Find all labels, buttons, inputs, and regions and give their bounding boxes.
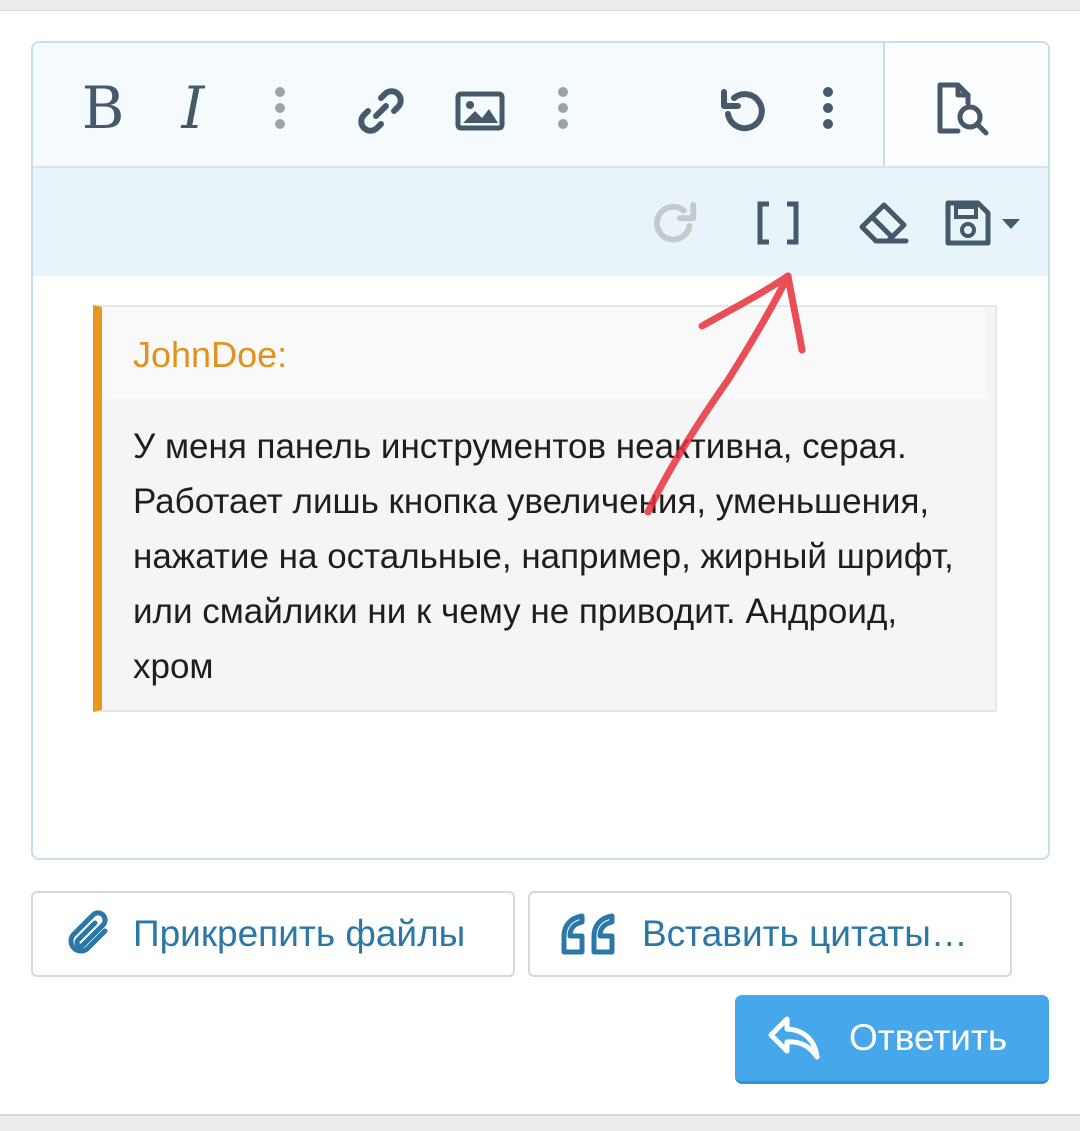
bottom-border [0,1114,1080,1131]
more-text-options-icon [275,87,285,129]
remove-formatting-button[interactable] [851,194,915,252]
message-editor: B I JohnDoe: У меня панель инструментов … [31,41,1050,860]
insert-quotes-button[interactable]: Вставить цитаты… [528,891,1012,977]
bbcode-toggle-icon [757,201,799,245]
quote-header: JohnDoe: [102,307,986,399]
reply-button[interactable]: Ответить [735,995,1049,1084]
quote-block: JohnDoe: У меня панель инструментов неак… [93,305,997,712]
editor-toolbar-main: B I [33,43,883,166]
preview-icon [937,82,989,136]
more-text-options-button[interactable] [265,83,295,133]
reply-label: Ответить [849,1017,1008,1058]
paperclip-icon [68,910,108,954]
preview-button[interactable] [931,79,997,139]
more-options-button[interactable] [813,83,843,133]
drafts-icon [945,200,1020,246]
attach-files-label: Прикрепить файлы [133,913,466,954]
more-insert-options-button[interactable] [548,83,578,133]
more-insert-options-icon [558,87,568,129]
redo-icon [654,201,697,243]
insert-quotes-label: Вставить цитаты… [642,913,968,954]
top-border [0,0,1080,11]
remove-formatting-icon [859,202,909,244]
quote-author[interactable]: JohnDoe: [133,334,287,376]
link-icon [358,88,404,134]
bbcode-toggle-button[interactable] [748,194,808,252]
quote-text: У меня панель инструментов неактивна, се… [133,427,954,686]
link-button[interactable] [351,81,411,141]
more-options-icon [823,87,833,129]
attach-files-button[interactable]: Прикрепить файлы [31,891,515,977]
undo-icon [721,89,765,132]
drafts-dropdown-button[interactable] [943,194,1031,252]
italic-button[interactable]: I [163,73,223,143]
undo-button[interactable] [713,81,773,141]
editor-toolbar-preview [885,43,1048,166]
bold-button[interactable]: B [73,73,133,143]
redo-button[interactable] [645,194,705,252]
bold-icon: B [81,74,125,142]
italic-icon: I [181,74,205,142]
image-icon [455,91,505,131]
insert-image-button[interactable] [448,81,512,141]
editor-toolbar-secondary [33,166,1048,276]
reply-icon [768,1016,820,1060]
quote-marks-icon [561,913,615,955]
